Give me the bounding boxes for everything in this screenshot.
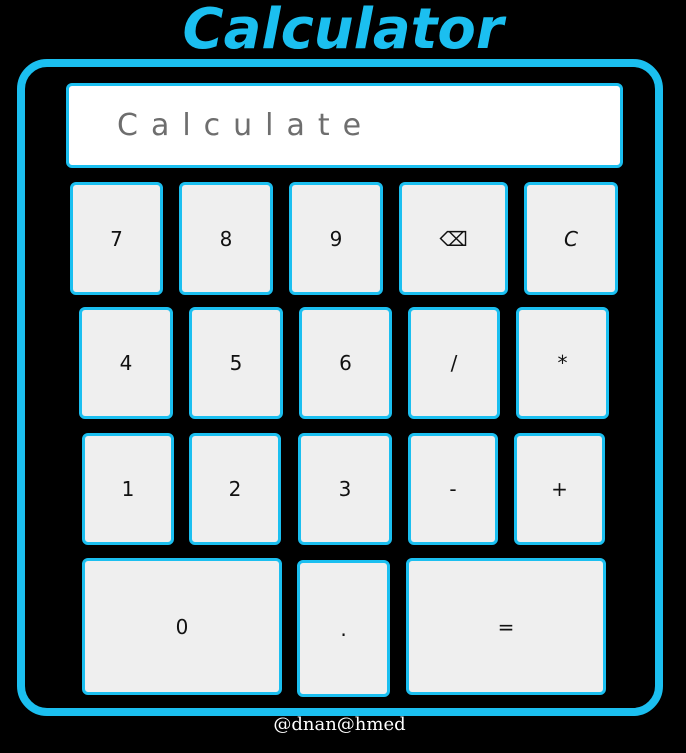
key-5-button[interactable]: 5: [189, 307, 283, 419]
key-6-button[interactable]: 6: [299, 307, 392, 419]
multiply-button[interactable]: *: [516, 307, 609, 419]
key-8-button[interactable]: 8: [179, 182, 273, 295]
plus-button[interactable]: +: [514, 433, 605, 545]
key-3-button[interactable]: 3: [298, 433, 392, 545]
backspace-button[interactable]: ⌫: [399, 182, 508, 295]
key-7-button[interactable]: 7: [70, 182, 163, 295]
key-1-button[interactable]: 1: [82, 433, 174, 545]
key-0-button[interactable]: 0: [82, 558, 282, 695]
decimal-button[interactable]: .: [297, 560, 390, 697]
key-9-button[interactable]: 9: [289, 182, 383, 295]
key-2-button[interactable]: 2: [189, 433, 281, 545]
key-4-button[interactable]: 4: [79, 307, 173, 419]
clear-button[interactable]: C: [524, 182, 618, 295]
app-title: Calculator: [182, 0, 504, 62]
display-input[interactable]: [66, 83, 623, 168]
author-credit: @dnan@hmed: [273, 714, 406, 735]
minus-button[interactable]: -: [408, 433, 498, 545]
equals-button[interactable]: =: [406, 558, 606, 695]
divide-button[interactable]: /: [408, 307, 500, 419]
